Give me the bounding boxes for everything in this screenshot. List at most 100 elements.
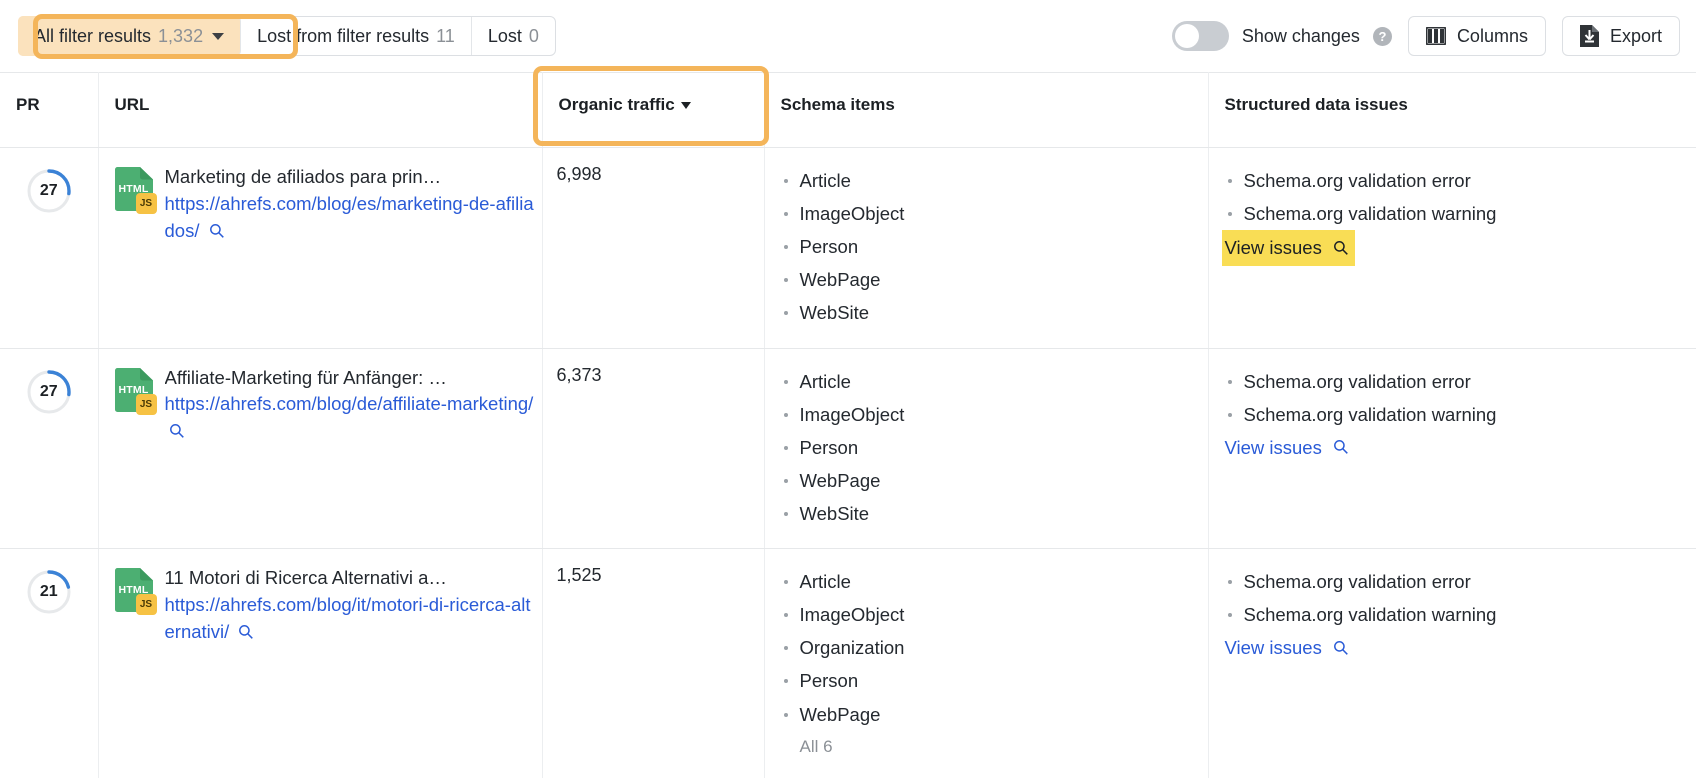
column-header-url[interactable]: URL [98,73,542,148]
cell-schema-items: ArticleImageObjectPersonWebPageWebSite [764,348,1208,549]
view-issues-link[interactable]: View issues [1225,431,1349,464]
table-toolbar: All filter results 1,332 Lost from filte… [0,0,1696,72]
js-badge: JS [136,193,157,214]
cell-structured-data-issues: Schema.org validation errorSchema.org va… [1208,549,1696,778]
table-body: 27 HTMLJS Marketing de afiliados para prin… [0,148,1696,778]
pr-donut-chart: 21 [26,569,72,615]
schema-item: Article [781,164,1208,197]
filter-segmented-control[interactable]: All filter results 1,332 Lost from filte… [18,16,556,56]
pr-donut-chart: 27 [26,369,72,415]
page-url-link[interactable]: https://ahrefs.com/blog/es/marketing-de-… [165,191,539,245]
segment-count: 1,332 [158,26,203,47]
cell-organic-traffic: 1,525 [542,549,764,778]
schema-item: Organization [781,631,1208,664]
cell-pr: 27 [0,148,98,349]
table-row[interactable]: 21 HTMLJS 11 Motori di Ricerca Alternativi… [0,549,1696,778]
column-header-pr[interactable]: PR [0,73,98,148]
export-button[interactable]: Export [1562,16,1680,56]
results-table: PR URL Organic traffic Schema items Stru… [0,72,1696,778]
cell-schema-items: ArticleImageObjectOrganizationPersonWebP… [764,549,1208,778]
chevron-down-icon[interactable] [212,33,224,40]
columns-button-label: Columns [1457,26,1528,47]
column-header-label: Organic traffic [559,95,675,115]
schema-item: Article [781,365,1208,398]
schema-item: ImageObject [781,197,1208,230]
cell-pr: 27 [0,348,98,549]
schema-item: WebSite [781,296,1208,329]
export-button-label: Export [1610,26,1662,47]
segment-count: 0 [529,26,539,47]
segment-label: All filter results [34,26,151,47]
columns-button[interactable]: Columns [1408,16,1546,56]
pr-value: 27 [26,168,72,214]
issue-item: Schema.org validation error [1225,565,1696,598]
toggle-knob [1175,24,1199,48]
column-header-label: URL [115,95,150,114]
issue-item: Schema.org validation error [1225,164,1696,197]
page-title: 11 Motori di Ricerca Alternativi a… [165,565,537,592]
issue-item: Schema.org validation warning [1225,197,1696,230]
download-file-icon [1580,25,1599,47]
cell-url: HTMLJS Affiliate-Marketing für Anfänger: … [98,348,542,549]
table-header-row: PR URL Organic traffic Schema items Stru… [0,73,1696,148]
schema-item: Person [781,230,1208,263]
toolbar-right-group: Show changes ? Columns [1172,16,1680,56]
segment-all-filter-results[interactable]: All filter results 1,332 [18,16,241,56]
columns-icon [1426,27,1446,45]
js-badge: JS [136,394,157,415]
column-header-structured-data-issues[interactable]: Structured data issues [1208,73,1696,148]
cell-organic-traffic: 6,998 [542,148,764,349]
schema-item: Person [781,664,1208,697]
question-mark-icon[interactable]: ? [1373,27,1392,46]
schema-item: Person [781,431,1208,464]
html-file-icon: HTMLJS [115,368,153,412]
table-row[interactable]: 27 HTMLJS Marketing de afiliados para prin… [0,148,1696,349]
segment-count: 11 [436,26,455,47]
issues-list: Schema.org validation errorSchema.org va… [1225,565,1696,631]
cell-structured-data-issues: Schema.org validation errorSchema.org va… [1208,348,1696,549]
schema-item: WebPage [781,464,1208,497]
pr-donut-chart: 27 [26,168,72,214]
sort-descending-icon[interactable] [681,102,691,109]
issues-list: Schema.org validation errorSchema.org va… [1225,164,1696,230]
cell-pr: 21 [0,549,98,778]
cell-structured-data-issues: Schema.org validation errorSchema.org va… [1208,148,1696,349]
cell-organic-traffic: 6,373 [542,348,764,549]
schema-items-list: ArticleImageObjectPersonWebPageWebSite [781,365,1208,531]
segment-label: Lost from filter results [257,26,429,47]
page-title: Affiliate-Marketing für Anfänger: … [165,365,537,392]
page-url-link[interactable]: https://ahrefs.com/blog/it/motori-di-ric… [165,592,539,646]
column-header-label: Schema items [781,95,895,114]
page-title: Marketing de afiliados para prin… [165,164,537,191]
column-header-schema-items[interactable]: Schema items [764,73,1208,148]
schema-item: WebPage [781,698,1208,731]
segment-label: Lost [488,26,522,47]
html-file-icon: HTMLJS [115,167,153,211]
pr-value: 21 [26,569,72,615]
segment-lost[interactable]: Lost 0 [472,17,555,55]
cell-url: HTMLJS Marketing de afiliados para prin…h… [98,148,542,349]
cell-url: HTMLJS 11 Motori di Ricerca Alternativi a… [98,549,542,778]
column-header-label: Structured data issues [1225,95,1408,114]
pr-value: 27 [26,369,72,415]
issue-item: Schema.org validation error [1225,365,1696,398]
column-header-organic-traffic[interactable]: Organic traffic [542,73,764,148]
schema-item: ImageObject [781,398,1208,431]
show-changes-toggle[interactable] [1172,21,1229,51]
segment-lost-from-filter-results[interactable]: Lost from filter results 11 [241,17,472,55]
page-url-link[interactable]: https://ahrefs.com/blog/de/affiliate-mar… [165,391,539,445]
schema-item: ImageObject [781,598,1208,631]
cell-schema-items: ArticleImageObjectPersonWebPageWebSite [764,148,1208,349]
js-badge: JS [136,594,157,615]
schema-items-show-all-link[interactable]: All 6 [781,731,1208,763]
issue-item: Schema.org validation warning [1225,598,1696,631]
html-file-icon: HTMLJS [115,568,153,612]
issues-list: Schema.org validation errorSchema.org va… [1225,365,1696,431]
table-row[interactable]: 27 HTMLJS Affiliate-Marketing für Anfänger… [0,348,1696,549]
view-issues-link[interactable]: View issues [1222,230,1355,266]
schema-items-list: ArticleImageObjectPersonWebPageWebSite [781,164,1208,330]
view-issues-link[interactable]: View issues [1225,631,1349,664]
schema-item: WebPage [781,263,1208,296]
show-changes-group: Show changes ? [1172,21,1392,51]
schema-items-list: ArticleImageObjectOrganizationPersonWebP… [781,565,1208,731]
